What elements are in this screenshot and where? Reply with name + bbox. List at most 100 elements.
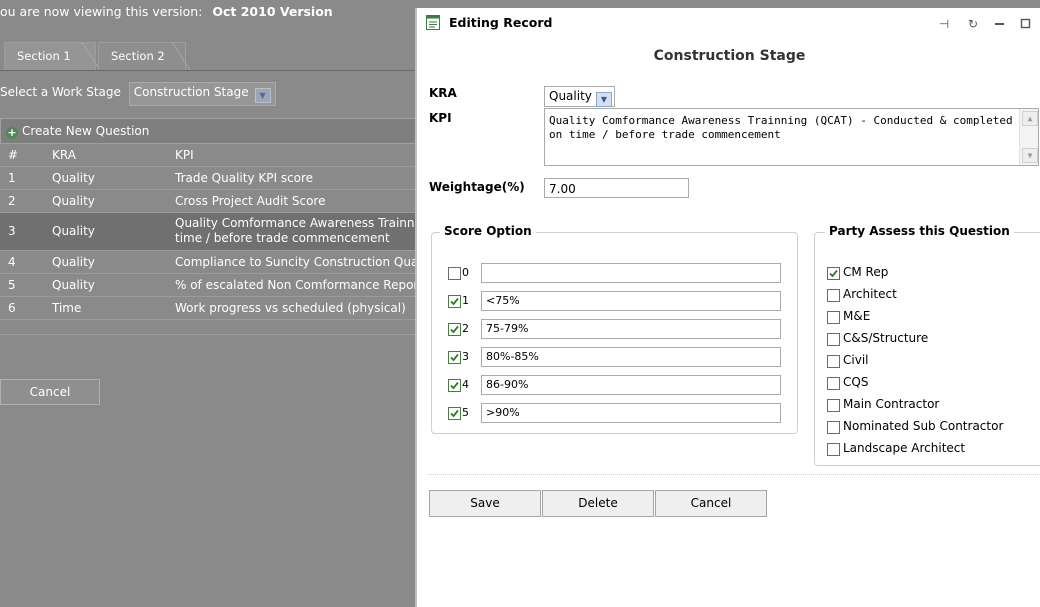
kpi-textarea[interactable]: Quality Comformance Awareness Trainning … — [544, 108, 1039, 166]
score-option-fieldset: Score Option 0 1 <75% 2 75-79% 3 80%-85%… — [431, 224, 798, 434]
column-header-kpi: KPI — [175, 148, 194, 162]
score-input-3[interactable]: 80%-85% — [481, 347, 781, 367]
dialog-titlebar[interactable]: Editing Record ⊣ ↻ — [417, 8, 1040, 38]
chevron-down-icon: ▼ — [595, 92, 612, 107]
grid-header: # KRA KPI — [0, 144, 420, 167]
score-input-4[interactable]: 86-90% — [481, 375, 781, 395]
score-num: 5 — [462, 406, 469, 419]
party-checkbox-cqs[interactable] — [827, 377, 840, 390]
weightage-label: Weightage(%) — [429, 180, 525, 194]
table-row[interactable]: 1 Quality Trade Quality KPI score — [0, 167, 420, 190]
score-option-legend: Score Option — [440, 224, 536, 238]
party-checkbox-cm-rep[interactable] — [827, 267, 840, 280]
background-cancel-button[interactable]: Cancel — [0, 379, 100, 405]
work-stage-value: Construction Stage — [133, 85, 249, 99]
score-checkbox-1[interactable] — [448, 295, 461, 308]
work-stage-label: Select a Work Stage — [0, 85, 121, 99]
party-label: M&E — [843, 309, 871, 323]
version-prefix: ou are now viewing this version: — [0, 4, 203, 19]
kra-value: Quality — [549, 89, 592, 103]
table-row-selected[interactable]: 3 Quality Quality Comformance Awareness … — [0, 213, 420, 251]
party-label: CM Rep — [843, 265, 889, 279]
row-num: 2 — [8, 194, 16, 208]
party-checkbox-civil[interactable] — [827, 355, 840, 368]
column-header-num: # — [8, 148, 19, 162]
score-checkbox-2[interactable] — [448, 323, 461, 336]
score-checkbox-5[interactable] — [448, 407, 461, 420]
refresh-icon[interactable]: ↻ — [965, 16, 981, 32]
party-label: Landscape Architect — [843, 441, 966, 455]
row-kpi: Compliance to Suncity Construction Qua — [175, 255, 419, 269]
row-kra: Quality — [52, 171, 95, 185]
stage-header: Construction Stage — [417, 38, 1040, 78]
kpi-label: KPI — [429, 111, 452, 125]
score-num: 2 — [462, 322, 469, 335]
grid-footer — [0, 320, 420, 335]
kpi-scrollbar[interactable]: ▲ ▼ — [1019, 109, 1038, 165]
party-label: Civil — [843, 353, 869, 367]
weightage-input[interactable]: 7.00 — [544, 178, 689, 198]
work-stage-selector: Select a Work Stage Construction Stage ▼ — [0, 82, 276, 106]
table-row[interactable]: 2 Quality Cross Project Audit Score — [0, 190, 420, 213]
score-num: 1 — [462, 294, 469, 307]
editing-record-dialog: Editing Record ⊣ ↻ Construction Stage KR… — [415, 8, 1040, 607]
add-icon: + — [6, 126, 18, 139]
divider — [427, 474, 1040, 475]
version-banner: ou are now viewing this version: Oct 201… — [0, 4, 333, 19]
row-kra: Quality — [52, 255, 95, 269]
column-header-kra: KRA — [52, 148, 76, 162]
row-num: 5 — [8, 278, 16, 292]
pin-icon[interactable]: ⊣ — [936, 16, 952, 32]
row-kra: Quality — [52, 278, 95, 292]
party-checkbox-me[interactable] — [827, 311, 840, 324]
table-row[interactable]: 4 Quality Compliance to Suncity Construc… — [0, 251, 420, 274]
row-kra: Quality — [52, 224, 95, 238]
row-num: 1 — [8, 171, 16, 185]
dialog-title: Editing Record — [449, 15, 553, 30]
score-num: 3 — [462, 350, 469, 363]
table-row[interactable]: 6 Time Work progress vs scheduled (physi… — [0, 297, 420, 320]
score-num: 4 — [462, 378, 469, 391]
document-icon — [426, 15, 440, 30]
row-kpi: Trade Quality KPI score — [175, 171, 314, 185]
party-assess-legend: Party Assess this Question — [825, 224, 1014, 238]
table-row[interactable]: 5 Quality % of escalated Non Comformance… — [0, 274, 420, 297]
party-label: Architect — [843, 287, 897, 301]
score-input-1[interactable]: <75% — [481, 291, 781, 311]
delete-button[interactable]: Delete — [542, 490, 654, 517]
minimize-icon[interactable] — [992, 16, 1008, 32]
party-checkbox-main-contractor[interactable] — [827, 399, 840, 412]
score-checkbox-4[interactable] — [448, 379, 461, 392]
row-kpi: % of escalated Non Comformance Repor — [175, 278, 419, 292]
party-checkbox-cs-structure[interactable] — [827, 333, 840, 346]
row-num: 3 — [8, 224, 16, 238]
kra-select[interactable]: Quality ▼ — [544, 86, 615, 107]
score-checkbox-0[interactable] — [448, 267, 461, 280]
score-input-5[interactable]: >90% — [481, 403, 781, 423]
scroll-down-icon[interactable]: ▼ — [1022, 148, 1038, 163]
party-assess-fieldset: Party Assess this Question CM Rep Archit… — [814, 224, 1040, 466]
work-stage-select[interactable]: Construction Stage ▼ — [128, 82, 276, 106]
maximize-icon[interactable] — [1018, 16, 1034, 32]
stage-title: Construction Stage — [653, 48, 806, 64]
scroll-up-icon[interactable]: ▲ — [1022, 111, 1038, 126]
row-kpi: Cross Project Audit Score — [175, 194, 326, 208]
party-label: CQS — [843, 375, 869, 389]
party-checkbox-landscape[interactable] — [827, 443, 840, 456]
row-kra: Time — [52, 301, 82, 315]
question-grid: + Create New Question # KRA KPI 1 Quality… — [0, 118, 420, 335]
score-num: 0 — [462, 266, 469, 279]
score-checkbox-3[interactable] — [448, 351, 461, 364]
cancel-button[interactable]: Cancel — [655, 490, 767, 517]
score-input-0[interactable] — [481, 263, 781, 283]
save-button[interactable]: Save — [429, 490, 541, 517]
tab-divider — [172, 42, 191, 70]
row-num: 4 — [8, 255, 16, 269]
create-question-button[interactable]: + Create New Question — [0, 118, 420, 144]
score-input-2[interactable]: 75-79% — [481, 319, 781, 339]
party-checkbox-nominated-sub[interactable] — [827, 421, 840, 434]
party-label: C&S/Structure — [843, 331, 929, 345]
party-label: Nominated Sub Contractor — [843, 419, 1004, 433]
row-kpi: Quality Comformance Awareness Trainni ti… — [175, 216, 418, 245]
party-checkbox-architect[interactable] — [827, 289, 840, 302]
